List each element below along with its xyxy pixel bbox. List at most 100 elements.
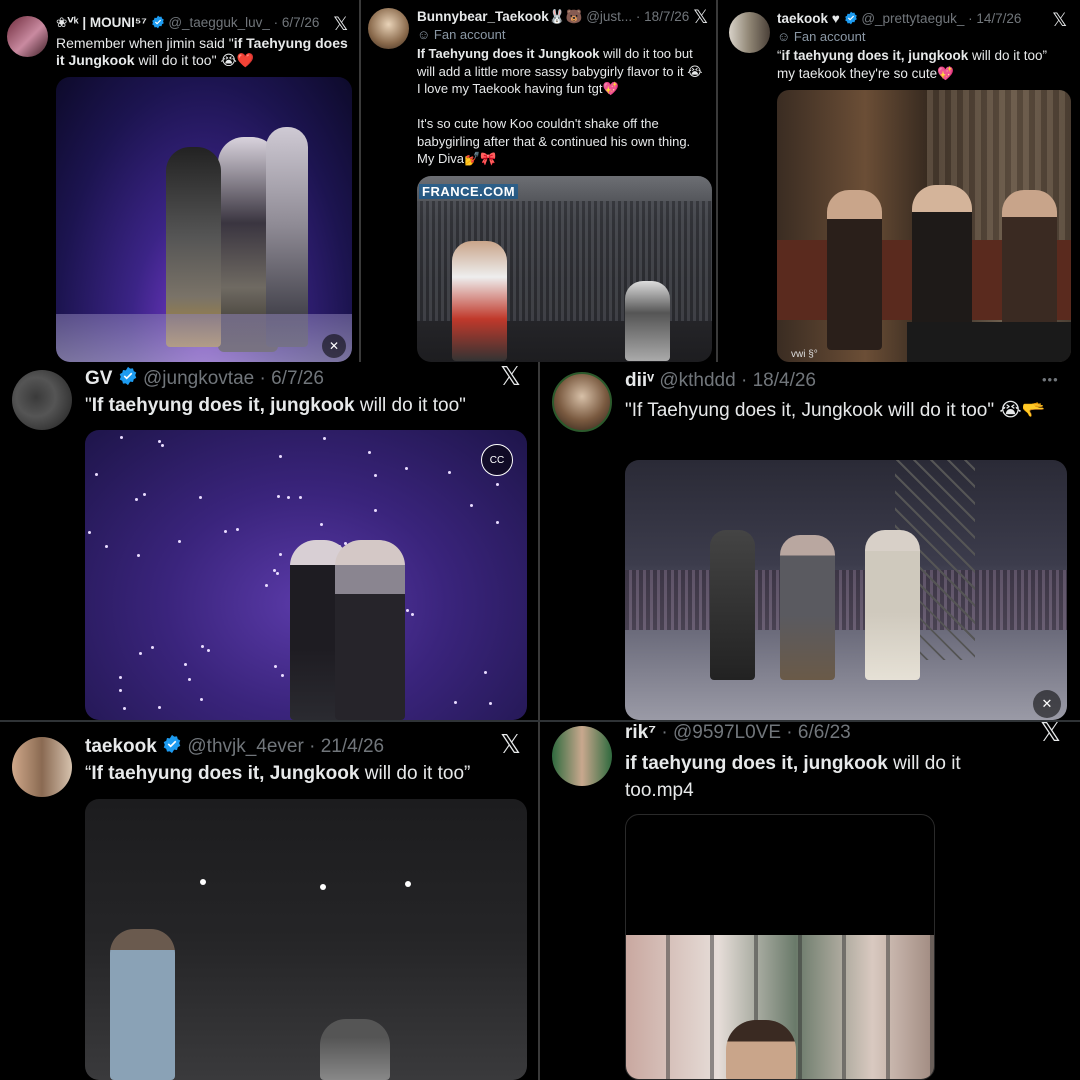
tweet-header: ❀ⱽᵏ | MOUNI⁵⁷ @_taegguk_luv_ · 6/7/26 — [56, 15, 326, 31]
column-divider — [359, 0, 361, 362]
timestamp[interactable]: · 21/4/26 — [309, 736, 384, 757]
tweet-4[interactable]: GV @jungkovtae · 6/7/26 𝕏 "If taehyung d… — [0, 362, 538, 720]
display-name[interactable]: taekook ♥ — [777, 11, 840, 26]
light-stick-dot — [224, 530, 228, 534]
avatar[interactable] — [552, 372, 612, 432]
handle[interactable]: @_prettytaeguk_ — [861, 11, 964, 26]
tweet-text: Remember when jimin said "if Taehyung do… — [56, 35, 348, 68]
stage-light — [200, 879, 206, 885]
tweet-3[interactable]: taekook ♥ @_prettytaeguk_ · 14/7/26 𝕏 ☺ … — [718, 0, 1080, 362]
stage-floor — [56, 314, 352, 362]
avatar[interactable] — [368, 8, 409, 49]
tweet-video[interactable]: CC — [85, 430, 527, 720]
performer — [780, 535, 835, 680]
display-name[interactable]: rik⁷ — [625, 722, 656, 743]
avatar[interactable] — [552, 726, 612, 786]
display-name[interactable]: GV — [85, 368, 112, 389]
light-stick-dot — [404, 466, 408, 470]
more-options-button[interactable]: ••• — [1042, 372, 1059, 387]
light-stick-dot — [287, 496, 291, 500]
light-stick-dot — [411, 612, 415, 616]
tweet-7[interactable]: rik⁷ · @9597L0VE · 6/6/23 𝕏 if taehyung … — [540, 722, 1080, 1080]
light-stick-dot — [120, 435, 124, 439]
captions-button[interactable]: CC — [481, 444, 513, 476]
mute-icon[interactable]: ✕ — [1033, 690, 1061, 718]
fan-account-label: ☺ Fan account — [417, 27, 506, 42]
tweet-1[interactable]: ❀ⱽᵏ | MOUNI⁵⁷ @_taegguk_luv_ · 6/7/26 𝕏 … — [0, 0, 360, 362]
handle[interactable]: @_taegguk_luv_ — [168, 15, 270, 30]
light-stick-dot — [138, 652, 142, 656]
timestamp[interactable]: · 6/6/23 — [786, 722, 850, 743]
light-stick-dot — [273, 664, 277, 668]
light-stick-dot — [483, 670, 487, 674]
light-stick-dot — [323, 436, 327, 440]
avatar[interactable] — [729, 12, 770, 53]
display-name[interactable]: diiᵛ — [625, 370, 654, 391]
tweet-video[interactable]: FRANCE.COM — [417, 176, 712, 362]
light-stick-dot — [123, 707, 127, 711]
light-stick-dot — [105, 545, 109, 549]
tweet-5[interactable]: diiᵛ @kthddd · 18/4/26 ••• "If Taehyung … — [540, 362, 1080, 720]
timestamp[interactable]: · 6/7/26 — [260, 368, 324, 389]
tweet-header: taekook ♥ @_prettytaeguk_ · 14/7/26 — [777, 11, 1057, 26]
display-name[interactable]: ❀ⱽᵏ | MOUNI⁵⁷ — [56, 15, 147, 30]
light-stick-dot — [119, 689, 123, 693]
tweet-video[interactable]: ✕ — [56, 77, 352, 362]
light-stick-dot — [88, 530, 91, 534]
timestamp[interactable]: · 18/7/26 — [636, 9, 689, 24]
handle[interactable]: · @9597L0VE — [661, 722, 781, 743]
light-stick-dot — [143, 492, 147, 496]
handle[interactable]: @jungkovtae — [143, 368, 254, 389]
tweet-text: "If taehyung does it, jungkook will do i… — [85, 395, 466, 416]
display-name[interactable]: taekook — [85, 736, 157, 757]
verified-badge-icon — [119, 366, 136, 386]
x-logo-icon: 𝕏 — [1052, 9, 1068, 31]
handle[interactable]: @just... — [586, 9, 632, 24]
person — [1002, 190, 1057, 340]
x-logo-icon: 𝕏 — [1040, 722, 1061, 748]
avatar[interactable] — [12, 370, 72, 430]
light-stick-dot — [151, 646, 155, 650]
person — [827, 190, 882, 350]
tweet-text: “if taehyung does it, jungkook will do i… — [777, 48, 1048, 81]
watermark: vwi §° — [791, 349, 818, 360]
light-stick-dot — [373, 508, 377, 512]
tweet-video[interactable] — [625, 814, 935, 1080]
tweet-header: taekook @thvjk_4ever · 21/4/26 — [85, 734, 485, 758]
fan-account-icon: ☺ — [417, 27, 431, 42]
tweet-header: Bunnybear_Taekook🐰🐻 @just... · 18/7/26 — [417, 9, 692, 25]
avatar[interactable] — [7, 16, 48, 57]
timestamp[interactable]: · 14/7/26 — [968, 11, 1021, 26]
light-stick-dot — [488, 701, 492, 705]
light-stick-dot — [158, 705, 162, 709]
tweet-header: GV @jungkovtae · 6/7/26 — [85, 366, 485, 390]
handle[interactable]: @kthddd — [659, 370, 735, 391]
verified-badge-icon — [163, 734, 181, 754]
tweet-2[interactable]: Bunnybear_Taekook🐰🐻 @just... · 18/7/26 𝕏… — [362, 0, 716, 362]
light-stick-dot — [199, 697, 203, 701]
tweet-video[interactable] — [85, 799, 527, 1080]
avatar[interactable] — [12, 737, 72, 797]
tweet-6[interactable]: taekook @thvjk_4ever · 21/4/26 𝕏 “If tae… — [0, 722, 538, 1080]
light-stick-dot — [275, 571, 279, 575]
light-stick-dot — [281, 674, 285, 678]
x-logo-icon: 𝕏 — [500, 362, 521, 392]
timestamp[interactable]: · 18/4/26 — [741, 370, 816, 391]
timestamp[interactable]: · 6/7/26 — [274, 15, 320, 30]
light-stick-dot — [406, 609, 410, 613]
light-stick-dot — [118, 676, 122, 680]
handle[interactable]: @thvjk_4ever — [187, 736, 303, 757]
mute-icon[interactable]: ✕ — [322, 334, 346, 358]
light-stick-dot — [447, 470, 451, 474]
performer — [335, 540, 405, 720]
tweet-video[interactable]: ✕ — [625, 460, 1067, 720]
light-stick-dot — [236, 528, 240, 531]
performer — [320, 1019, 390, 1080]
light-stick-dot — [276, 495, 280, 499]
tweet-header: diiᵛ @kthddd · 18/4/26 — [625, 370, 1025, 392]
tweet-image[interactable]: vwi §° — [777, 90, 1071, 362]
display-name[interactable]: Bunnybear_Taekook🐰🐻 — [417, 9, 582, 24]
light-stick-dot — [160, 444, 164, 448]
stage-light — [320, 884, 326, 890]
light-stick-dot — [367, 451, 371, 455]
